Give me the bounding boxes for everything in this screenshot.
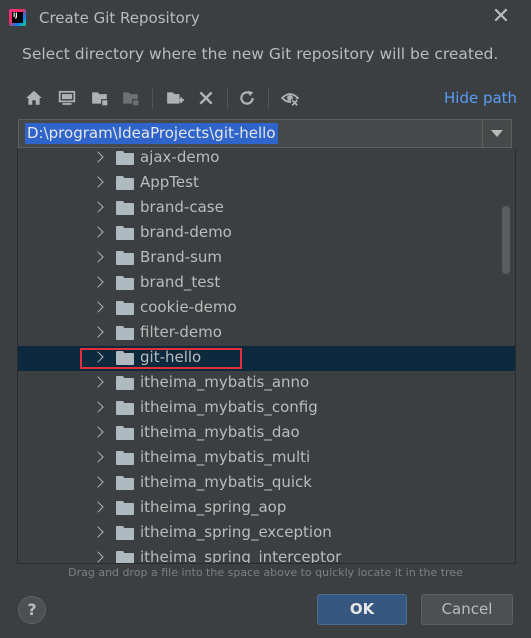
chevron-right-icon[interactable] bbox=[92, 276, 104, 288]
tree-item-label: git-hello bbox=[140, 348, 202, 366]
path-input[interactable]: D:\program\IdeaProjects\git-hello bbox=[25, 123, 278, 144]
chevron-right-icon[interactable] bbox=[92, 151, 104, 163]
tree-item[interactable]: itheima_mybatis_quick bbox=[18, 471, 515, 496]
help-button[interactable]: ? bbox=[18, 596, 46, 624]
folder-icon bbox=[116, 401, 134, 415]
toolbar-separator bbox=[227, 88, 228, 108]
folder-icon bbox=[116, 451, 134, 465]
hide-path-link[interactable]: Hide path bbox=[444, 89, 517, 107]
chevron-right-icon[interactable] bbox=[92, 551, 104, 563]
dialog-title: Create Git Repository bbox=[39, 9, 200, 27]
tree-item[interactable]: itheima_mybatis_config bbox=[18, 396, 515, 421]
tree-item-label: itheima_mybatis_config bbox=[140, 398, 318, 416]
chevron-right-icon[interactable] bbox=[92, 451, 104, 463]
chevron-right-icon[interactable] bbox=[92, 301, 104, 313]
tree-item-label: brand-demo bbox=[140, 223, 232, 241]
tree-item-label: Brand-sum bbox=[140, 248, 223, 266]
chevron-right-icon[interactable] bbox=[92, 201, 104, 213]
tree-item-label: itheima_spring_aop bbox=[140, 498, 287, 516]
toolbar-separator bbox=[268, 88, 269, 108]
tree-item-label: itheima_spring_interceptor bbox=[140, 548, 342, 564]
chevron-right-icon[interactable] bbox=[92, 351, 104, 363]
tree-item[interactable]: filter-demo bbox=[18, 321, 515, 346]
tree-item[interactable]: brand_test bbox=[18, 271, 515, 296]
folder-icon bbox=[116, 151, 134, 165]
tree-item-label: AppTest bbox=[140, 173, 199, 191]
chevron-right-icon[interactable] bbox=[92, 501, 104, 513]
ok-button[interactable]: OK bbox=[317, 594, 407, 625]
tree-item-label: itheima_mybatis_anno bbox=[140, 373, 310, 391]
chevron-right-icon[interactable] bbox=[92, 176, 104, 188]
tree-item[interactable]: brand-case bbox=[18, 196, 515, 221]
directory-tree[interactable]: ajax-demo AppTest brand-case brand-demo … bbox=[17, 149, 516, 564]
tree-item-label: ajax-demo bbox=[140, 149, 220, 166]
tree-item-label: itheima_mybatis_dao bbox=[140, 423, 300, 441]
tree-item[interactable]: itheima_spring_interceptor bbox=[18, 546, 515, 564]
tree-item-label: cookie-demo bbox=[140, 298, 237, 316]
tree-item[interactable]: itheima_spring_exception bbox=[18, 521, 515, 546]
intellij-app-icon bbox=[9, 9, 26, 26]
folder-icon bbox=[116, 176, 134, 190]
module-folder-icon[interactable] bbox=[119, 86, 143, 110]
tree-item[interactable]: itheima_spring_aop bbox=[18, 496, 515, 521]
cancel-button[interactable]: Cancel bbox=[421, 594, 513, 625]
close-icon[interactable]: ✕ bbox=[490, 5, 512, 29]
delete-icon[interactable] bbox=[194, 86, 218, 110]
folder-icon bbox=[116, 526, 134, 540]
chevron-right-icon[interactable] bbox=[92, 526, 104, 538]
tree-item-label: brand-case bbox=[140, 198, 224, 216]
folder-icon bbox=[116, 326, 134, 340]
chevron-right-icon[interactable] bbox=[92, 401, 104, 413]
desktop-icon[interactable] bbox=[55, 86, 79, 110]
folder-icon bbox=[116, 276, 134, 290]
toolbar-separator bbox=[152, 88, 153, 108]
path-combobox[interactable]: D:\program\IdeaProjects\git-hello bbox=[18, 119, 512, 148]
new-folder-icon[interactable] bbox=[163, 86, 187, 110]
chevron-right-icon[interactable] bbox=[92, 226, 104, 238]
tree-item-selected[interactable]: git-hello bbox=[18, 346, 515, 371]
chevron-right-icon[interactable] bbox=[92, 476, 104, 488]
folder-icon bbox=[116, 226, 134, 240]
folder-icon bbox=[116, 251, 134, 265]
tree-item[interactable]: brand-demo bbox=[18, 221, 515, 246]
tree-item[interactable]: itheima_mybatis_dao bbox=[18, 421, 515, 446]
tree-item[interactable]: Brand-sum bbox=[18, 246, 515, 271]
folder-icon bbox=[116, 501, 134, 515]
dialog-description: Select directory where the new Git repos… bbox=[22, 45, 499, 63]
folder-icon bbox=[116, 551, 134, 563]
refresh-icon[interactable] bbox=[235, 86, 259, 110]
tree-item[interactable]: itheima_mybatis_anno bbox=[18, 371, 515, 396]
tree-item[interactable]: cookie-demo bbox=[18, 296, 515, 321]
folder-icon bbox=[116, 201, 134, 215]
home-icon[interactable] bbox=[22, 86, 46, 110]
tree-item-label: itheima_mybatis_multi bbox=[140, 448, 311, 466]
tree-item-label: itheima_mybatis_quick bbox=[140, 473, 312, 491]
drag-drop-hint: Drag and drop a file into the space abov… bbox=[68, 566, 463, 579]
project-folder-icon[interactable] bbox=[88, 86, 112, 110]
tree-scrollbar[interactable] bbox=[502, 206, 510, 274]
show-hidden-icon[interactable] bbox=[278, 86, 302, 110]
folder-icon bbox=[116, 476, 134, 490]
tree-item[interactable]: AppTest bbox=[18, 171, 515, 196]
chevron-right-icon[interactable] bbox=[92, 251, 104, 263]
tree-item-label: itheima_spring_exception bbox=[140, 523, 332, 541]
title-bar: Create Git Repository ✕ bbox=[0, 0, 531, 36]
folder-icon bbox=[116, 376, 134, 390]
chevron-down-icon[interactable] bbox=[482, 120, 511, 147]
folder-icon bbox=[116, 426, 134, 440]
tree-item[interactable]: itheima_mybatis_multi bbox=[18, 446, 515, 471]
chevron-right-icon[interactable] bbox=[92, 376, 104, 388]
folder-icon bbox=[116, 351, 134, 365]
tree-item-label: filter-demo bbox=[140, 323, 222, 341]
tree-item-label: brand_test bbox=[140, 273, 221, 291]
folder-icon bbox=[116, 301, 134, 315]
tree-item[interactable]: ajax-demo bbox=[18, 149, 515, 171]
chevron-right-icon[interactable] bbox=[92, 326, 104, 338]
chevron-right-icon[interactable] bbox=[92, 426, 104, 438]
